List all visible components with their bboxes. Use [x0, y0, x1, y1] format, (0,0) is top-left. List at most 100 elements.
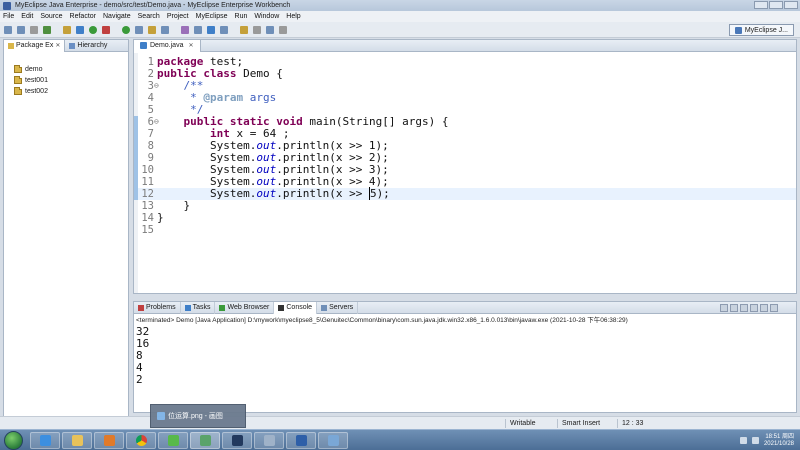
taskbar-chrome[interactable]: [126, 432, 156, 449]
tab-package-explorer[interactable]: Package Ex ✕: [4, 39, 66, 52]
tab-servers[interactable]: Servers: [317, 301, 359, 314]
line-number: 2: [147, 68, 154, 80]
close-icon[interactable]: ✕: [55, 42, 60, 49]
preview-title: 位运算.png - 画图: [168, 413, 223, 420]
paint-icon: [199, 435, 211, 446]
pin-console-icon[interactable]: [740, 304, 748, 312]
prev-icon[interactable]: [253, 26, 261, 34]
menu-run[interactable]: Run: [235, 13, 248, 20]
line-number: 15: [141, 224, 154, 236]
window-controls: [754, 1, 798, 9]
menu-project[interactable]: Project: [167, 13, 189, 20]
window-icon: [327, 435, 339, 446]
stop-icon[interactable]: [102, 26, 110, 34]
taskbar-word[interactable]: [286, 432, 316, 449]
calculator-icon: [263, 435, 275, 446]
taskbar-paint[interactable]: [190, 432, 220, 449]
project-test002[interactable]: test002: [14, 86, 128, 97]
debug-icon[interactable]: [122, 26, 130, 34]
tab-label: Web Browser: [227, 304, 270, 311]
menu-window[interactable]: Window: [254, 13, 279, 20]
task-icon[interactable]: [161, 26, 169, 34]
perspective-switcher[interactable]: MyEclipse J...: [728, 24, 794, 36]
new-icon[interactable]: [4, 26, 12, 34]
menu-edit[interactable]: Edit: [21, 13, 33, 20]
web-icon[interactable]: [181, 26, 189, 34]
close-icon[interactable]: ✕: [188, 42, 193, 49]
code-text: System.out.println(x >> 5);: [157, 187, 390, 200]
taskbar-app[interactable]: [158, 432, 188, 449]
line-number: 5: [147, 104, 154, 116]
back-icon[interactable]: [266, 26, 274, 34]
menu-source[interactable]: Source: [40, 13, 62, 20]
print-icon[interactable]: [30, 26, 38, 34]
editor-tab-demo-java[interactable]: Demo.java ✕: [134, 39, 201, 52]
minimize-button[interactable]: [754, 1, 768, 9]
system-tray: 18:51 周四 2021/10/28: [739, 432, 794, 449]
line-number: 12: [141, 188, 154, 200]
taskbar-media[interactable]: [94, 432, 124, 449]
link-icon[interactable]: [194, 26, 202, 34]
clock[interactable]: 18:51 周四 2021/10/28: [764, 434, 794, 448]
code-token: Demo {: [236, 67, 283, 80]
save-icon[interactable]: [17, 26, 25, 34]
tab-tasks[interactable]: Tasks: [181, 301, 216, 314]
console-output[interactable]: 32 16 8 4 2: [134, 326, 149, 386]
start-button[interactable]: [4, 431, 23, 450]
close-button[interactable]: [784, 1, 798, 9]
tab-hierarchy-label: Hierarchy: [77, 42, 108, 49]
tab-console[interactable]: Console: [274, 301, 318, 314]
project-demo[interactable]: demo: [14, 64, 128, 75]
tab-hierarchy[interactable]: Hierarchy: [65, 40, 111, 52]
network-icon[interactable]: [739, 437, 747, 444]
menu-navigate[interactable]: Navigate: [103, 13, 131, 20]
maximize-view-icon[interactable]: [770, 304, 778, 312]
package-explorer-view: Package Ex ✕ Hierarchy demo test001 test00…: [3, 39, 129, 429]
line-number: 11: [141, 176, 154, 188]
clear-console-icon[interactable]: [720, 304, 728, 312]
maximize-button[interactable]: [769, 1, 783, 9]
run-icon[interactable]: [89, 26, 97, 34]
server-icon[interactable]: [76, 26, 84, 34]
project-test001[interactable]: test001: [14, 75, 128, 86]
editor-tabbar: Demo.java ✕: [134, 39, 796, 52]
display-console-icon[interactable]: [750, 304, 758, 312]
next-icon[interactable]: [220, 26, 228, 34]
tasks-icon: [184, 304, 191, 311]
code-token: );: [376, 187, 390, 200]
code-line-12: 12 System.out.println(x >> 5);: [134, 187, 796, 200]
code-text-area[interactable]: 1 package test; 2 public class Demo {3 ⊖ /**…: [134, 53, 796, 293]
menu-search[interactable]: Search: [138, 13, 160, 20]
tab-problems[interactable]: Problems: [134, 301, 181, 314]
line-number: 9: [147, 152, 154, 164]
tab-label: Console: [286, 304, 313, 311]
project-folder-icon: [14, 86, 22, 95]
open-type-icon[interactable]: [135, 26, 143, 34]
taskbar-ie[interactable]: [30, 432, 60, 449]
code-token: }: [157, 211, 164, 224]
menu-help[interactable]: Help: [286, 13, 300, 20]
taskbar-window[interactable]: [318, 432, 348, 449]
tab-web-browser[interactable]: Web Browser: [215, 301, 275, 314]
taskbar-thumbnail-preview[interactable]: 位运算.png - 画图: [150, 404, 246, 428]
forward-icon[interactable]: [279, 26, 287, 34]
taskbar-explorer[interactable]: [62, 432, 92, 449]
code-token: out: [256, 187, 277, 200]
menu-file[interactable]: File: [3, 13, 14, 20]
menu-refactor[interactable]: Refactor: [70, 13, 96, 20]
search-icon[interactable]: [148, 26, 156, 34]
volume-icon[interactable]: [751, 437, 759, 444]
menu-myeclipse[interactable]: MyEclipse: [196, 13, 228, 20]
taskbar-myeclipse[interactable]: [222, 432, 252, 449]
taskbar-calculator[interactable]: [254, 432, 284, 449]
minimize-view-icon[interactable]: [760, 304, 768, 312]
console-output-line: 2: [136, 373, 143, 386]
edit-icon[interactable]: [240, 26, 248, 34]
line-number: 13: [141, 200, 154, 212]
refresh-icon[interactable]: [207, 26, 215, 34]
project-tree: demo test001 test002: [4, 52, 128, 97]
scroll-lock-icon[interactable]: [730, 304, 738, 312]
build-icon[interactable]: [43, 26, 51, 34]
myeclipse-app-icon: [3, 1, 11, 10]
deploy-icon[interactable]: [63, 26, 71, 34]
